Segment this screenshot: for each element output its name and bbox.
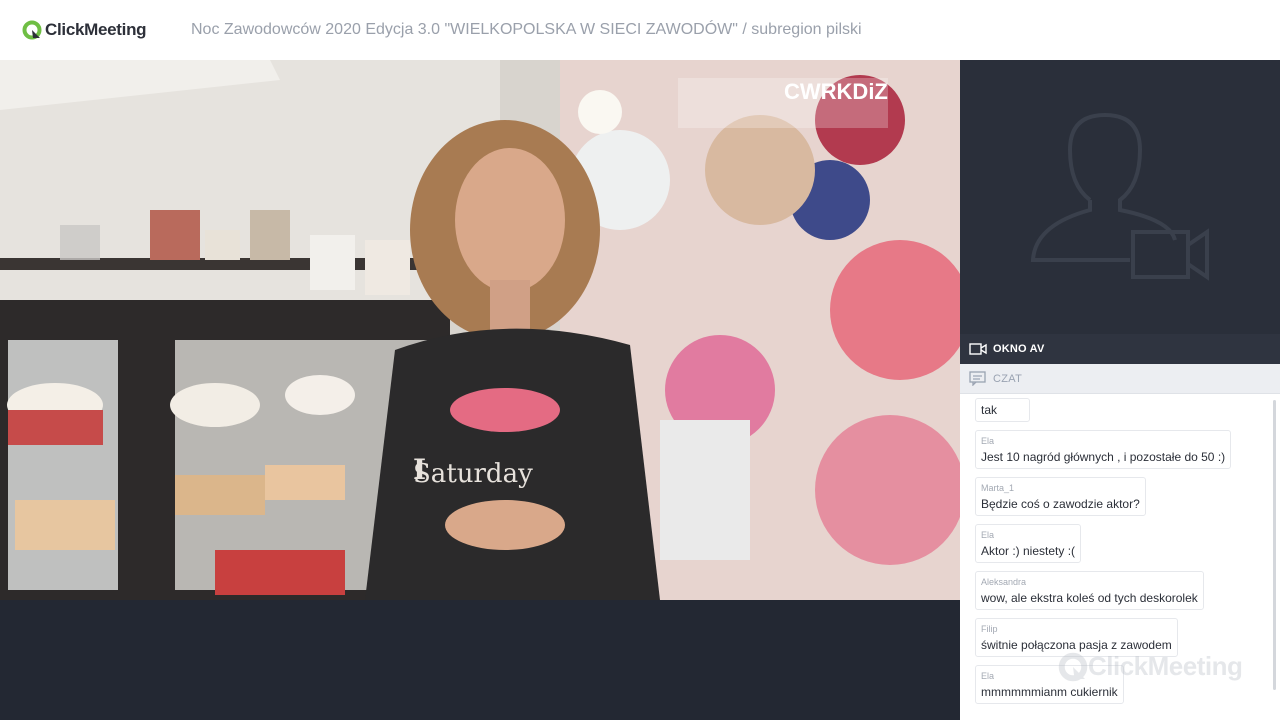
av-window-label: OKNO AV: [993, 343, 1045, 355]
chat-message-text: Będzie coś o zawodzie aktor?: [981, 497, 1140, 511]
clickmeeting-logo-icon: [22, 20, 42, 40]
right-sidebar: OKNO AV CZAT tak Ela Jest 10 nagród głów…: [960, 60, 1280, 720]
chat-messages: tak Ela Jest 10 nagród głównych , i pozo…: [960, 394, 1280, 720]
camera-user-placeholder-icon: [1030, 112, 1209, 281]
shirt-text-bottom: Saturday: [413, 459, 533, 489]
chat-message-author: Aleksandra: [981, 577, 1027, 587]
clickmeeting-watermark-icon: [1058, 652, 1088, 681]
overlay-logo-text: CWRKDiZ: [784, 79, 888, 104]
chat-message: Marta_1 Będzie coś o zawodzie aktor?: [975, 477, 1146, 516]
video-camera-icon: [969, 343, 987, 355]
av-window: [960, 60, 1280, 334]
chat-message-text: tak: [981, 403, 998, 417]
top-header: ClickMeeting Noc Zawodowców 2020 Edycja …: [0, 0, 1280, 60]
chat-message-text: Aktor :) niestety :(: [981, 544, 1076, 558]
clickmeeting-watermark: ClickMeeting: [1058, 651, 1243, 682]
chat-scrollbar[interactable]: [1273, 400, 1276, 690]
clickmeeting-logo[interactable]: ClickMeeting: [22, 19, 147, 41]
video-frame: CWRKDiZ I Saturday: [0, 60, 960, 600]
chat-message: Ela Jest 10 nagród głównych , i pozostał…: [975, 430, 1232, 469]
event-title: Noc Zawodowców 2020 Edycja 3.0 "WIELKOPO…: [191, 21, 862, 38]
watermark-text: ClickMeeting: [1088, 651, 1243, 681]
chat-message-text: Jest 10 nagród głównych , i pozostałe do…: [981, 450, 1226, 464]
chat-label: CZAT: [993, 372, 1023, 385]
chat-message: Ela Aktor :) niestety :(: [975, 524, 1082, 563]
chat-icon: [969, 371, 986, 386]
chat-message-author: Marta_1: [981, 483, 1015, 493]
chat-message-author: Ela: [981, 530, 995, 540]
av-window-bar[interactable]: OKNO AV: [960, 334, 1280, 364]
chat-message-text: mmmmmmianm cukiernik: [981, 685, 1118, 699]
chat-message: Aleksandra wow, ale ekstra koleś od tych…: [975, 571, 1204, 610]
video-stream[interactable]: CWRKDiZ I Saturday: [0, 60, 960, 600]
chat-message-author: Ela: [981, 436, 995, 446]
chat-message: tak: [975, 398, 1030, 422]
brand-name: ClickMeeting: [45, 20, 147, 39]
chat-bar[interactable]: CZAT: [960, 364, 1280, 394]
chat-message-text: wow, ale ekstra koleś od tych deskorolek: [981, 591, 1198, 605]
chat-message-author: Filip: [981, 624, 998, 634]
